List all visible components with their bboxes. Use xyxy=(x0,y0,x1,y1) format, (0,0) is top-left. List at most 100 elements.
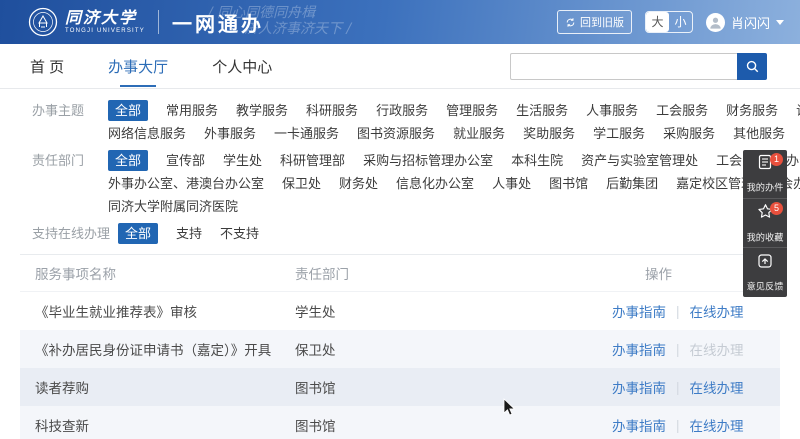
university-name-en: TONGJI UNIVERSITY xyxy=(65,28,145,34)
search-button[interactable] xyxy=(737,53,767,80)
navbar: 首 页 办事大厅个人中心 xyxy=(0,44,800,89)
department-cell: 学生处 xyxy=(295,301,612,321)
filter-option[interactable]: 宣传部 xyxy=(166,150,205,171)
table-header-row: 服务事项名称 责任部门 操作 xyxy=(20,255,780,292)
filter-option[interactable]: 财务处 xyxy=(339,173,378,194)
link-separator: | xyxy=(676,304,680,319)
department-cell: 图书馆 xyxy=(295,377,612,397)
university-logo[interactable]: 同济大学 TONGJI UNIVERSITY xyxy=(28,7,145,37)
filter-option[interactable]: 全部 xyxy=(108,100,148,121)
actions-cell: 办事指南 | 在线办理 xyxy=(612,415,780,435)
filter-option[interactable]: 教学服务 xyxy=(236,100,288,121)
floating-side-panel: 我的办件1我的收藏5 意见反馈 xyxy=(743,150,787,297)
guide-link[interactable]: 办事指南 xyxy=(612,339,666,359)
column-header-name: 服务事项名称 xyxy=(20,263,295,283)
filter-row: 支持在线办理全部支持不支持 xyxy=(32,221,800,246)
panel-item-label: 意见反馈 xyxy=(747,278,784,292)
table-row: 《补办居民身份证申请书（嘉定）》开具保卫处办事指南|在线办理 xyxy=(20,330,780,368)
refresh-icon xyxy=(565,17,576,28)
link-separator: | xyxy=(676,380,680,395)
font-size-option[interactable]: 大 xyxy=(646,12,669,32)
guide-link[interactable]: 办事指南 xyxy=(612,301,666,321)
filter-option[interactable]: 财务服务 xyxy=(726,100,778,121)
logo-text: 同济大学 TONGJI UNIVERSITY xyxy=(65,10,145,34)
filter-option[interactable]: 同济大学附属同济医院 xyxy=(108,196,238,217)
font-size-option[interactable]: 小 xyxy=(669,12,692,32)
search-input[interactable] xyxy=(510,53,737,80)
online-handle-link[interactable]: 在线办理 xyxy=(690,415,744,435)
filter-option[interactable]: 常用服务 xyxy=(166,100,218,121)
filter-label: 支持在线办理 xyxy=(32,221,110,246)
department-cell: 图书馆 xyxy=(295,415,612,435)
university-name-cn: 同济大学 xyxy=(65,10,145,26)
tongji-emblem-icon xyxy=(28,7,58,37)
filter-option[interactable]: 外事办公室、港澳台办公室 xyxy=(108,173,264,194)
filter-option[interactable]: 保卫处 xyxy=(282,173,321,194)
service-name-cell: 《毕业生就业推荐表》审核 xyxy=(20,301,295,321)
filter-option[interactable]: 设备服务 xyxy=(796,100,800,121)
user-menu[interactable]: 肖闪闪 xyxy=(706,13,784,32)
guide-link[interactable]: 办事指南 xyxy=(612,377,666,397)
filter-option[interactable]: 人事处 xyxy=(492,173,531,194)
filter-option[interactable]: 支持 xyxy=(176,223,202,244)
nav-item[interactable]: 个人中心 xyxy=(212,43,272,89)
link-separator: | xyxy=(676,418,680,433)
filter-option[interactable]: 后勤集团 xyxy=(606,173,658,194)
filter-option[interactable]: 图书资源服务 xyxy=(357,123,435,144)
filter-option[interactable]: 管理服务 xyxy=(446,100,498,121)
filter-option[interactable]: 外事服务 xyxy=(204,123,256,144)
panel-item-我的办件[interactable]: 我的办件1 xyxy=(743,150,787,199)
online-handle-link[interactable]: 在线办理 xyxy=(690,377,744,397)
filter-option[interactable]: 本科生院 xyxy=(511,150,563,171)
user-avatar-icon xyxy=(706,13,725,32)
filter-option-line: 全部支持不支持 xyxy=(118,221,259,244)
filter-option[interactable]: 全部 xyxy=(108,150,148,171)
filter-options: 全部宣传部学生处科研管理部采购与招标管理办公室本科生院资产与实验室管理处工会校长… xyxy=(108,148,800,217)
nav-item[interactable]: 首 页 xyxy=(30,43,64,89)
filter-option[interactable]: 奖助服务 xyxy=(523,123,575,144)
guide-link[interactable]: 办事指南 xyxy=(612,415,666,435)
filter-option[interactable]: 工会 xyxy=(716,150,742,171)
column-header-dept: 责任部门 xyxy=(295,263,612,283)
department-cell: 保卫处 xyxy=(295,339,612,359)
filter-option[interactable]: 工会服务 xyxy=(656,100,708,121)
filter-option[interactable]: 不支持 xyxy=(220,223,259,244)
actions-cell: 办事指南|在线办理 xyxy=(612,339,780,359)
filter-option[interactable]: 生活服务 xyxy=(516,100,568,121)
filters-section: 办事主题全部常用服务教学服务科研服务行政服务管理服务生活服务人事服务工会服务财务… xyxy=(0,89,800,246)
filter-option[interactable]: 信息化办公室 xyxy=(396,173,474,194)
filter-option[interactable]: 图书馆 xyxy=(549,173,588,194)
online-handle-link: 在线办理 xyxy=(690,339,744,359)
table-row: 读者荐购图书馆办事指南 | 在线办理 xyxy=(20,368,780,406)
header: 同济大学 TONGJI UNIVERSITY 一网通办 / 同心同德同舟楫 济人… xyxy=(0,0,800,44)
filter-option[interactable]: 资产与实验室管理处 xyxy=(581,150,698,171)
filter-option[interactable]: 采购与招标管理办公室 xyxy=(363,150,493,171)
filter-option[interactable]: 学工服务 xyxy=(593,123,645,144)
slogan-line-2: 济人济事济天下 / xyxy=(244,21,408,37)
panel-item-意见反馈[interactable]: 意见反馈 xyxy=(743,248,787,297)
nav-item[interactable]: 办事大厅 xyxy=(108,43,168,89)
table-row: 科技查新图书馆办事指南|在线办理 xyxy=(20,406,780,439)
active-tab-underline xyxy=(120,85,156,87)
filter-option[interactable]: 一卡通服务 xyxy=(274,123,339,144)
filter-label: 责任部门 xyxy=(32,148,100,217)
filter-option[interactable]: 就业服务 xyxy=(453,123,505,144)
filter-option[interactable]: 采购服务 xyxy=(663,123,715,144)
panel-item-我的收藏[interactable]: 我的收藏5 xyxy=(743,199,787,248)
caret-down-icon xyxy=(776,20,784,25)
filter-option[interactable]: 全部 xyxy=(118,223,158,244)
filter-option[interactable]: 其他服务 xyxy=(733,123,785,144)
online-handle-link[interactable]: 在线办理 xyxy=(690,301,744,321)
filter-option[interactable]: 人事服务 xyxy=(586,100,638,121)
filter-option[interactable]: 科研管理部 xyxy=(280,150,345,171)
filter-row: 办事主题全部常用服务教学服务科研服务行政服务管理服务生活服务人事服务工会服务财务… xyxy=(32,98,800,144)
service-name-cell: 《补办居民身份证申请书（嘉定）》开具 xyxy=(20,339,295,359)
filter-option[interactable]: 科研服务 xyxy=(306,100,358,121)
filter-option[interactable]: 学生处 xyxy=(223,150,262,171)
filter-option[interactable]: 行政服务 xyxy=(376,100,428,121)
back-to-old-version-button[interactable]: 回到旧版 xyxy=(557,10,632,34)
service-name-cell: 读者荐购 xyxy=(20,377,295,397)
filter-option[interactable]: 网络信息服务 xyxy=(108,123,186,144)
back-to-old-label: 回到旧版 xyxy=(580,14,624,30)
notification-badge: 1 xyxy=(770,153,783,166)
